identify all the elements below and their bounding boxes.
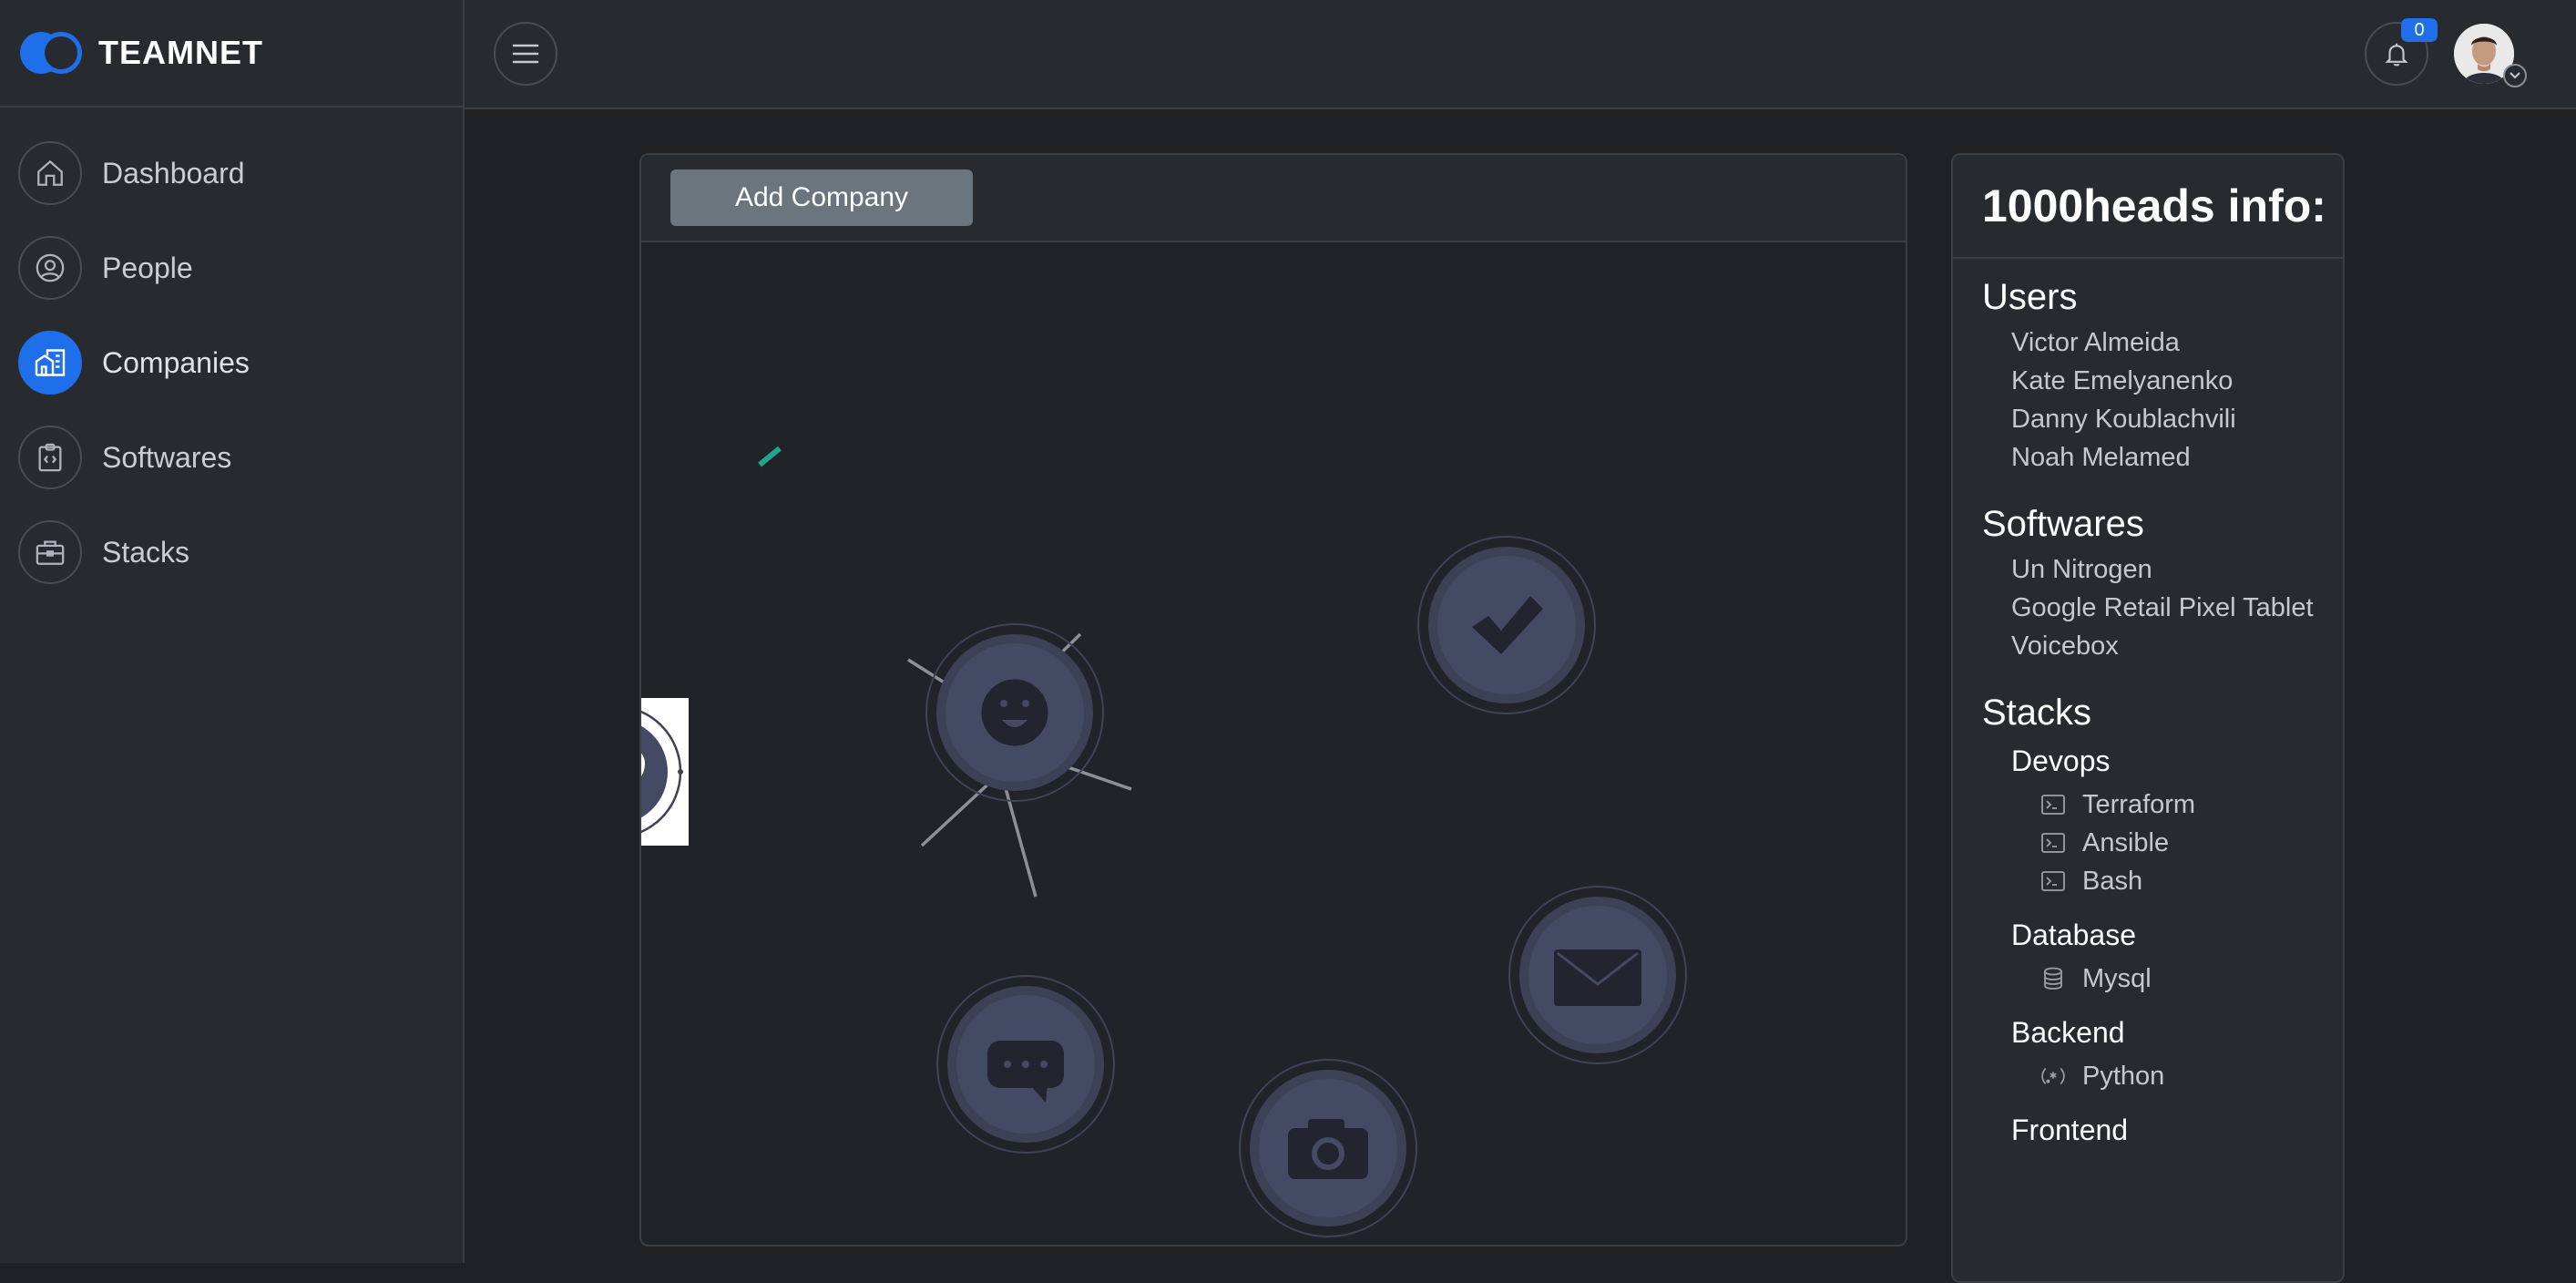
- user-circle-icon: [18, 236, 82, 300]
- company-graph-card: Add Company: [639, 153, 1907, 1247]
- user-item[interactable]: Danny Koublachvili: [2011, 400, 2343, 438]
- stack-item-label: Mysql: [2082, 963, 2152, 993]
- softwares-list: Un Nitrogen Google Retail Pixel Tablet V…: [2011, 550, 2343, 665]
- user-item[interactable]: Noah Melamed: [2011, 438, 2343, 477]
- info-body: Users Victor Almeida Kate Emelyanenko Da…: [1953, 259, 2343, 1147]
- stack-item[interactable]: Bash: [2040, 862, 2343, 900]
- terminal-icon: [2040, 793, 2066, 816]
- sidebar-item-stacks[interactable]: Stacks: [0, 505, 463, 600]
- stack-item[interactable]: Mysql: [2040, 960, 2343, 998]
- database-icon: [2040, 967, 2066, 990]
- stack-item[interactable]: Ansible: [2040, 824, 2343, 862]
- topbar: 0: [465, 0, 2576, 109]
- brand-name: TEAMNET: [98, 34, 263, 71]
- sidebar-item-label: Stacks: [102, 535, 190, 569]
- terminal-icon: [2040, 831, 2066, 855]
- software-item[interactable]: Voicebox: [2011, 627, 2343, 665]
- stack-item-label: Ansible: [2082, 827, 2170, 857]
- mail-icon: [1554, 949, 1641, 1006]
- chevron-down-icon[interactable]: [2503, 64, 2527, 87]
- sidebar-item-label: People: [102, 251, 193, 284]
- user-item[interactable]: Kate Emelyanenko: [2011, 362, 2343, 400]
- company-graph[interactable]: [641, 242, 1906, 1245]
- stack-group-title: Backend: [2011, 1016, 2125, 1049]
- info-title: 1000heads info:: [1982, 180, 2326, 231]
- sidebar-item-label: Softwares: [102, 440, 232, 474]
- user-item[interactable]: Victor Almeida: [2011, 323, 2343, 362]
- sidebar-item-people[interactable]: People: [0, 221, 463, 315]
- sidebar-item-dashboard[interactable]: Dashboard: [0, 126, 463, 221]
- stack-group-title: Frontend: [2011, 1114, 2129, 1146]
- regex-icon: [2040, 1064, 2066, 1088]
- home-icon: [18, 141, 82, 205]
- stack-item[interactable]: Python: [2040, 1057, 2343, 1095]
- brand-logo: [20, 32, 84, 74]
- softwares-title: Softwares: [1982, 504, 2144, 544]
- sidebar-nav: Dashboard People Companies Softwares Sta…: [0, 108, 463, 600]
- notification-badge: 0: [2401, 18, 2438, 42]
- graph-edge: [920, 775, 998, 847]
- sidebar-item-companies[interactable]: Companies: [0, 315, 463, 410]
- smile-icon: [981, 679, 1048, 746]
- sidebar-item-label: Dashboard: [102, 156, 245, 190]
- terminal-icon: [2040, 869, 2066, 893]
- software-item[interactable]: Un Nitrogen: [2011, 550, 2343, 589]
- card-header: Add Company: [641, 155, 1906, 242]
- code-clipboard-icon: [18, 426, 82, 489]
- hamburger-icon[interactable]: [494, 22, 557, 86]
- stack-item-label: Bash: [2082, 866, 2143, 896]
- users-title: Users: [1982, 277, 2078, 317]
- add-company-button[interactable]: Add Company: [670, 169, 973, 226]
- sidebar-item-softwares[interactable]: Softwares: [0, 410, 463, 505]
- stack-item-label: Python: [2082, 1061, 2165, 1091]
- company-info-panel: 1000heads info: Users Victor Almeida Kat…: [1951, 153, 2345, 1283]
- stack-group-title: Devops: [2011, 744, 2111, 777]
- stack-item-label: Terraform: [2082, 789, 2196, 819]
- edge-highlight: [758, 446, 782, 467]
- sidebar-item-label: Companies: [102, 345, 250, 379]
- brand[interactable]: TEAMNET: [0, 0, 463, 108]
- sidebar: TEAMNET Dashboard People Companies Softw…: [0, 0, 465, 1263]
- software-item[interactable]: Google Retail Pixel Tablet: [2011, 589, 2343, 627]
- briefcase-icon: [18, 520, 82, 584]
- stack-item[interactable]: Terraform: [2040, 785, 2343, 824]
- info-header: 1000heads info:: [1953, 155, 2343, 259]
- stacks-title: Stacks: [1982, 693, 2092, 733]
- buildings-icon: [18, 331, 82, 395]
- stack-group-title: Database: [2011, 919, 2136, 951]
- users-list: Victor Almeida Kate Emelyanenko Danny Ko…: [2011, 323, 2343, 477]
